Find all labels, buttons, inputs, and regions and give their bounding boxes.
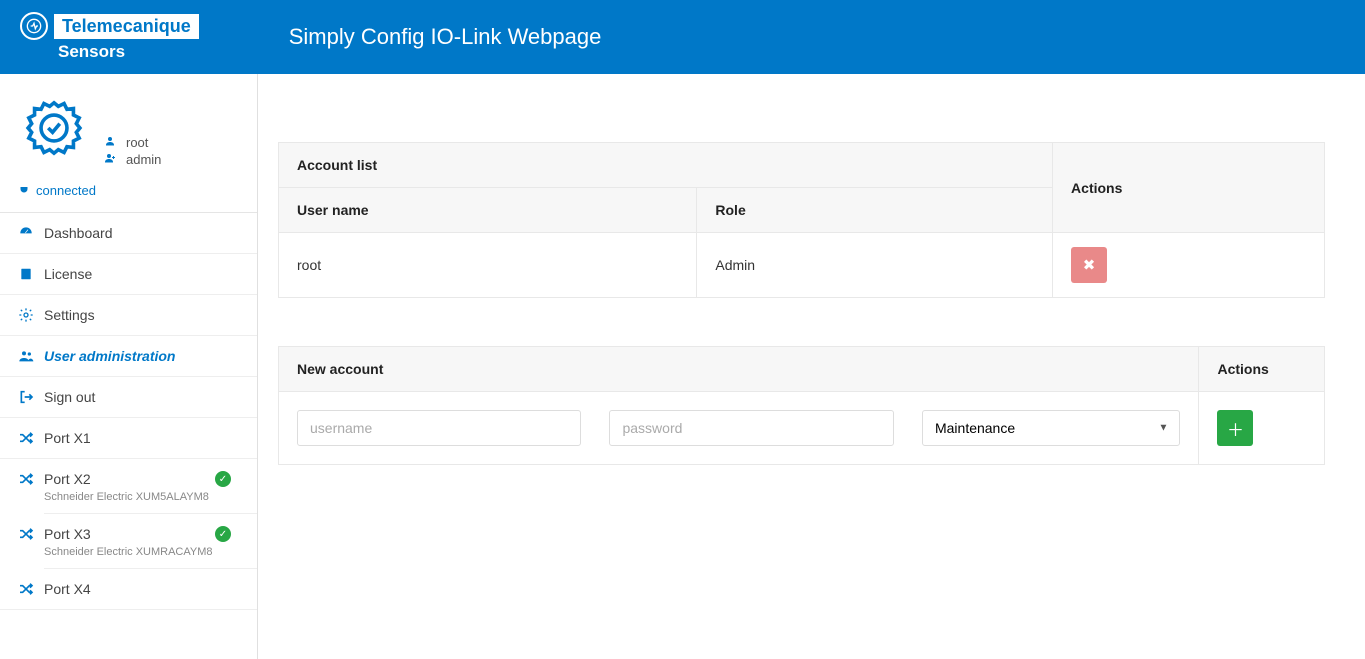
app-header: Telemecanique Sensors Simply Config IO-L…: [0, 0, 1365, 74]
shuffle-icon: [18, 526, 34, 542]
nav-license[interactable]: License: [0, 254, 257, 295]
brand-logo: Telemecanique Sensors: [20, 12, 199, 62]
new-account-actions-header: Actions: [1199, 347, 1325, 392]
users-icon: [18, 348, 34, 364]
status-ok-icon: ✓: [215, 471, 231, 487]
status-ok-icon: ✓: [215, 526, 231, 542]
col-role: Role: [697, 188, 1053, 233]
current-user-name: root: [126, 135, 148, 150]
gear-icon: [18, 307, 34, 323]
user-block: root admin: [0, 74, 257, 177]
connection-status: connected: [0, 177, 257, 213]
sign-out-icon: [18, 389, 34, 405]
nav-user-administration[interactable]: User administration: [0, 336, 257, 377]
nav-port-x4[interactable]: Port X4: [0, 569, 257, 610]
nav-port-x3[interactable]: Port X3 ✓: [0, 514, 257, 554]
config-gear-icon: [18, 92, 90, 167]
new-account-row: Maintenance ▼ ＋: [279, 392, 1325, 465]
close-icon: ✖: [1083, 256, 1096, 274]
brand-mark-icon: [20, 12, 48, 40]
cell-user: root: [279, 233, 697, 298]
col-user-name: User name: [279, 188, 697, 233]
password-input[interactable]: [609, 410, 893, 446]
delete-account-button[interactable]: ✖: [1071, 247, 1107, 283]
main-content: Account list Actions User name Role root…: [258, 74, 1365, 659]
plus-icon: ＋: [1227, 416, 1244, 441]
shuffle-icon: [18, 581, 34, 597]
nav-port-x2[interactable]: Port X2 ✓: [0, 459, 257, 499]
account-list-header: Account list: [279, 143, 1053, 188]
cell-role: Admin: [697, 233, 1053, 298]
brand-subtitle: Sensors: [58, 42, 125, 62]
add-account-button[interactable]: ＋: [1217, 410, 1253, 446]
shuffle-icon: [18, 430, 34, 446]
table-row: root Admin ✖: [279, 233, 1325, 298]
account-list-table: Account list Actions User name Role root…: [278, 142, 1325, 298]
username-input[interactable]: [297, 410, 581, 446]
user-role-icon: [104, 152, 118, 167]
sidebar: root admin connected Dashbo: [0, 74, 258, 659]
plug-icon: [18, 183, 30, 198]
nav-port-x1[interactable]: Port X1: [0, 418, 257, 459]
new-account-table: New account Actions Maintenance: [278, 346, 1325, 465]
role-select[interactable]: Maintenance: [922, 410, 1180, 446]
nav-dashboard[interactable]: Dashboard: [0, 213, 257, 254]
actions-header: Actions: [1053, 143, 1325, 233]
nav-sign-out[interactable]: Sign out: [0, 377, 257, 418]
shuffle-icon: [18, 471, 34, 487]
current-user-role: admin: [126, 152, 161, 167]
page-title: Simply Config IO-Link Webpage: [289, 24, 602, 50]
license-icon: [18, 266, 34, 282]
nav-list: Dashboard License Settings User administ…: [0, 213, 257, 610]
brand-name: Telemecanique: [54, 14, 199, 39]
dashboard-icon: [18, 225, 34, 241]
new-account-header: New account: [279, 347, 1199, 392]
nav-settings[interactable]: Settings: [0, 295, 257, 336]
user-icon: [104, 135, 118, 150]
